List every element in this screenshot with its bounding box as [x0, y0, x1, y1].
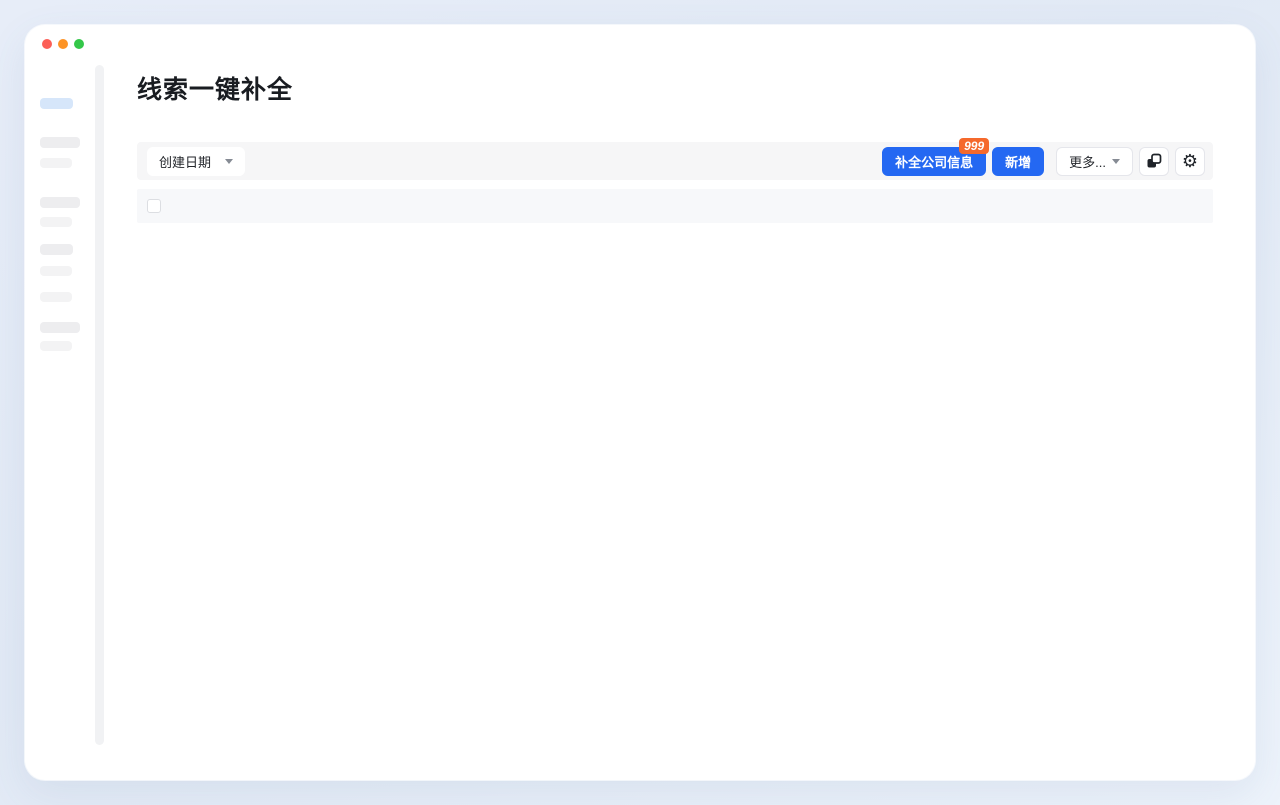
count-badge: 999 — [959, 138, 989, 154]
switch-view-button[interactable] — [1139, 147, 1169, 176]
skeleton-bar — [40, 266, 72, 276]
browser-window: 线索一键补全 创建日期 补全公司信息 999 新增 更多... — [25, 25, 1255, 780]
chevron-down-icon — [225, 159, 233, 164]
select-all-checkbox[interactable] — [147, 199, 161, 213]
filter-label: 创建日期 — [159, 152, 211, 171]
create-date-filter-dropdown[interactable]: 创建日期 — [147, 147, 245, 176]
main-content: 线索一键补全 创建日期 补全公司信息 999 新增 更多... — [137, 25, 1213, 223]
skeleton-bar — [40, 292, 72, 302]
skeleton-bar — [40, 197, 80, 208]
desktop-background: 线索一键补全 创建日期 补全公司信息 999 新增 更多... — [0, 0, 1280, 805]
skeleton-bar — [40, 137, 80, 148]
skeleton-bar — [40, 158, 72, 168]
skeleton-bar — [40, 322, 80, 333]
skeleton-bar — [40, 217, 72, 227]
chevron-down-icon — [1112, 159, 1120, 164]
window-controls — [42, 39, 84, 49]
overlap-squares-icon — [1146, 153, 1162, 169]
settings-button[interactable]: ⚙ — [1175, 147, 1205, 176]
gear-icon: ⚙ — [1182, 152, 1198, 170]
zoom-window-button[interactable] — [74, 39, 84, 49]
minimize-window-button[interactable] — [58, 39, 68, 49]
skeleton-bar — [40, 341, 72, 351]
sidebar-divider-bar — [95, 65, 104, 745]
add-button[interactable]: 新增 — [992, 147, 1044, 176]
close-window-button[interactable] — [42, 39, 52, 49]
more-button-label: 更多... — [1069, 152, 1106, 171]
toolbar: 创建日期 补全公司信息 999 新增 更多... — [137, 142, 1213, 180]
skeleton-bar — [40, 244, 73, 255]
page-title: 线索一键补全 — [137, 70, 1213, 106]
table-header — [137, 189, 1213, 223]
header-checkbox-cell — [137, 199, 177, 213]
more-button[interactable]: 更多... — [1056, 147, 1133, 176]
skeleton-bar-active — [40, 98, 73, 109]
complete-company-info-wrap: 补全公司信息 999 — [882, 147, 986, 176]
